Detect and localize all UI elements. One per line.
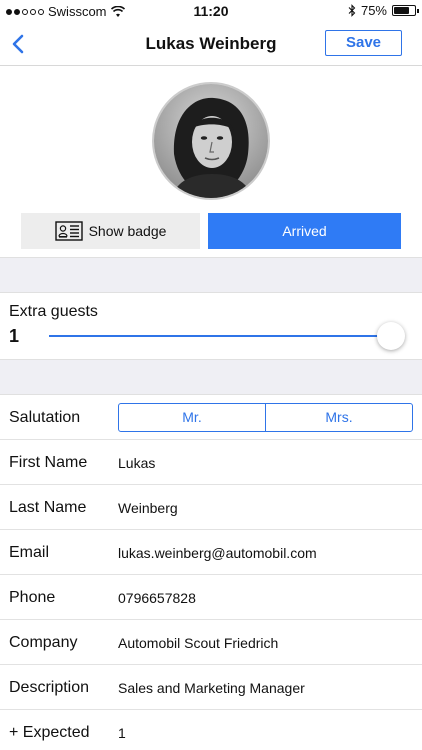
show-badge-button[interactable]: Show badge (21, 213, 200, 249)
section-divider (0, 359, 422, 395)
status-bar: Swisscom 11:20 75% (0, 0, 422, 22)
id-card-icon (54, 221, 83, 241)
form-row-email[interactable]: Email lukas.weinberg@automobil.com (0, 530, 422, 575)
guest-form: Salutation Mr. Mrs. First Name Lukas Las… (0, 395, 422, 750)
description-field[interactable]: Sales and Marketing Manager (118, 680, 305, 696)
extra-guests-label: Extra guests (9, 303, 98, 320)
arrived-button[interactable]: Arrived (208, 213, 401, 249)
form-row-first-name[interactable]: First Name Lukas (0, 440, 422, 485)
show-badge-label: Show badge (88, 223, 167, 239)
profile-photo (154, 84, 268, 198)
form-row-salutation: Salutation Mr. Mrs. (0, 395, 422, 440)
extra-guests-value: 1 (9, 326, 20, 346)
salutation-mr-option[interactable]: Mr. (119, 404, 265, 431)
form-row-phone[interactable]: Phone 0796657828 (0, 575, 422, 620)
first-name-field[interactable]: Lukas (118, 455, 155, 471)
section-divider (0, 257, 422, 293)
company-field[interactable]: Automobil Scout Friedrich (118, 635, 278, 651)
avatar (152, 82, 270, 200)
save-button[interactable]: Save (325, 30, 402, 56)
bluetooth-icon (348, 4, 356, 17)
email-label: Email (9, 544, 50, 561)
form-row-last-name[interactable]: Last Name Weinberg (0, 485, 422, 530)
battery-level (394, 7, 409, 14)
battery-percent: 75% (360, 3, 387, 18)
extra-guests-slider-track[interactable] (49, 335, 391, 337)
email-field[interactable]: lukas.weinberg@automobil.com (118, 545, 317, 561)
last-name-label: Last Name (9, 499, 87, 516)
salutation-mrs-option[interactable]: Mrs. (265, 404, 412, 431)
navigation-bar: Lukas Weinberg Save (0, 22, 422, 66)
extra-guests-section: Extra guests 1 (0, 293, 422, 359)
phone-field[interactable]: 0796657828 (118, 590, 196, 606)
phone-label: Phone (9, 589, 56, 606)
salutation-label: Salutation (9, 409, 81, 426)
battery-icon (392, 5, 419, 16)
extra-guests-slider-thumb[interactable] (377, 322, 405, 350)
first-name-label: First Name (9, 454, 88, 471)
profile-section: Show badge Arrived (0, 66, 422, 257)
form-row-company[interactable]: Company Automobil Scout Friedrich (0, 620, 422, 665)
last-name-field[interactable]: Weinberg (118, 500, 178, 516)
company-label: Company (9, 634, 78, 651)
form-row-description[interactable]: Description Sales and Marketing Manager (0, 665, 422, 710)
expected-label: + Expected (9, 724, 90, 741)
salutation-segmented-control: Mr. Mrs. (118, 403, 413, 432)
expected-field[interactable]: 1 (118, 725, 126, 741)
status-right: 75% (348, 3, 419, 18)
description-label: Description (9, 679, 90, 696)
form-row-expected[interactable]: + Expected 1 (0, 710, 422, 750)
